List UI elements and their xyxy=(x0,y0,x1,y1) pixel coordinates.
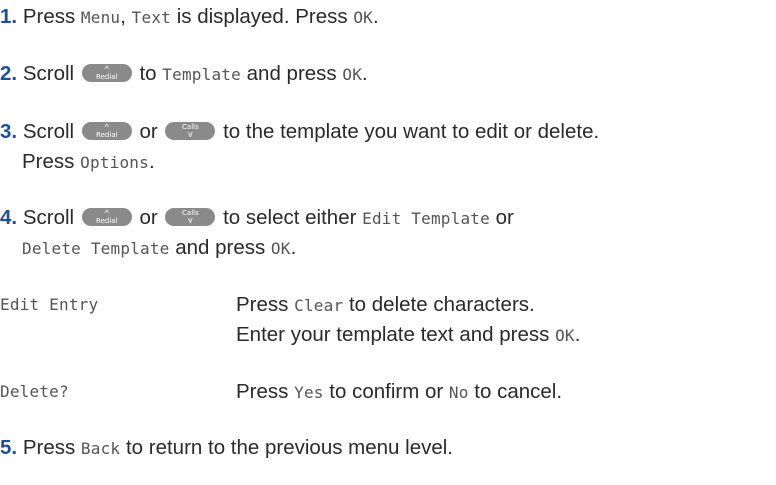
lcd-edit-template: Edit Template xyxy=(362,209,490,228)
step-text: is displayed. Press xyxy=(171,5,354,28)
step-text: and press xyxy=(240,62,343,85)
chevron-down-icon: v xyxy=(188,129,193,139)
calls-key-icon: Calls v xyxy=(165,122,216,140)
calls-key-icon: Calls v xyxy=(165,208,216,226)
step-number: 3. xyxy=(0,120,18,143)
lcd-menu: Menu xyxy=(80,8,121,27)
step-4-continued: Delete Template and press OK. xyxy=(22,235,296,262)
lcd-clear: Clear xyxy=(294,296,344,315)
lcd-no: No xyxy=(448,383,469,402)
step-text: Press xyxy=(236,380,295,403)
step-text: or xyxy=(489,206,514,229)
step-text: Press xyxy=(22,436,81,459)
step-text: to confirm or xyxy=(323,380,449,403)
step-text: Scroll xyxy=(22,62,80,85)
step-text: or xyxy=(133,120,164,143)
lcd-ok: OK xyxy=(270,239,291,258)
key-label: Redial xyxy=(96,217,118,225)
step-text: Press xyxy=(22,5,81,28)
screen-term: Delete? xyxy=(0,382,69,401)
step-text: Press xyxy=(236,293,295,316)
step-text: Enter your template text and press xyxy=(236,323,556,346)
step-text: Scroll xyxy=(22,120,80,143)
step-number: 5. xyxy=(0,436,18,459)
step-text: to select either xyxy=(217,206,363,229)
screen-action: Enter your template text and press OK. xyxy=(236,322,580,349)
step-text: , xyxy=(120,5,132,28)
lcd-delete-template: Delete Template xyxy=(22,239,170,258)
step-4: 4. Scroll ^ Redial or Calls v to select ei… xyxy=(0,205,514,232)
step-text: to delete characters. xyxy=(343,293,535,316)
step-text: . xyxy=(148,150,155,173)
lcd-template: Template xyxy=(162,65,241,84)
step-2: 2. Scroll ^ Redial to Template and press … xyxy=(0,61,368,88)
step-1: 1. Press Menu, Text is displayed. Press … xyxy=(0,4,379,31)
key-label: Redial xyxy=(96,131,118,139)
redial-key-icon: ^ Redial xyxy=(81,208,132,226)
step-5: 5. Press Back to return to the previous … xyxy=(0,435,453,462)
step-text: Scroll xyxy=(22,206,80,229)
step-text: . xyxy=(574,323,581,346)
step-text: and press xyxy=(169,236,271,259)
step-text: or xyxy=(133,206,164,229)
instruction-page: 1. Press Menu, Text is displayed. Press … xyxy=(0,0,776,485)
step-text: . xyxy=(362,62,368,85)
step-text: Press xyxy=(22,150,81,173)
lcd-ok: OK xyxy=(342,65,363,84)
step-text: . xyxy=(373,5,379,28)
step-text: to return to the previous menu level. xyxy=(120,436,454,459)
chevron-down-icon: v xyxy=(188,215,193,225)
redial-key-icon: ^ Redial xyxy=(81,122,132,140)
step-3-continued: Press Options. xyxy=(22,149,155,176)
lcd-ok: OK xyxy=(353,8,373,27)
step-text: to xyxy=(133,62,163,85)
key-label: Redial xyxy=(96,73,118,81)
step-number: 1. xyxy=(0,5,18,28)
step-number: 4. xyxy=(0,206,18,229)
step-3: 3. Scroll ^ Redial or Calls v to the templ… xyxy=(0,119,599,145)
screen-action: Press Clear to delete characters. xyxy=(236,292,535,319)
redial-key-icon: ^ Redial xyxy=(81,64,132,82)
step-text: to cancel. xyxy=(468,380,563,403)
lcd-text: Text xyxy=(131,8,172,27)
lcd-options: Options xyxy=(80,153,149,172)
step-text: . xyxy=(290,236,297,259)
step-number: 2. xyxy=(0,62,18,85)
screen-term: Edit Entry xyxy=(0,295,99,314)
step-text: to the template you want to edit or dele… xyxy=(217,120,600,143)
lcd-ok: OK xyxy=(555,326,575,345)
lcd-back: Back xyxy=(80,439,121,458)
screen-action: Press Yes to confirm or No to cancel. xyxy=(236,379,562,406)
lcd-yes: Yes xyxy=(294,383,324,402)
